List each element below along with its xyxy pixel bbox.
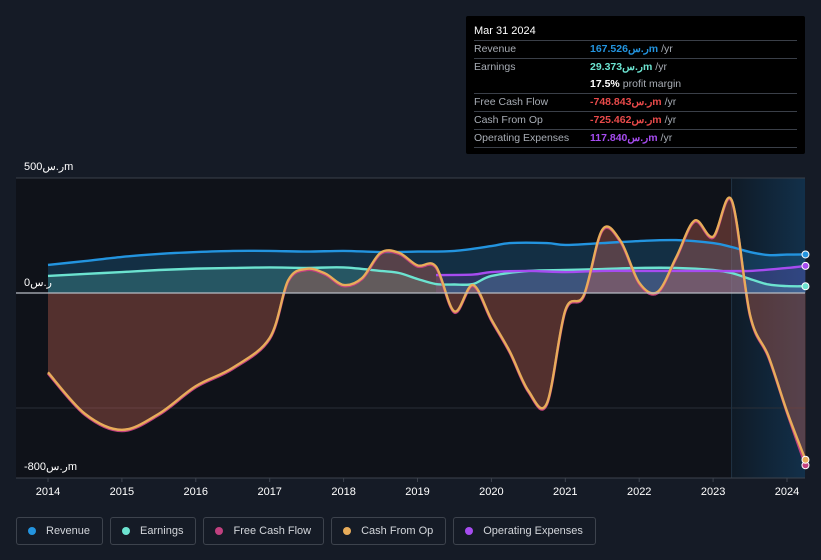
legend-item-operating-expenses[interactable]: Operating Expenses	[453, 517, 596, 545]
earnings-dot-icon	[122, 527, 131, 535]
tooltip-unit: /yr	[664, 114, 677, 126]
tooltip-label: Operating Expenses	[474, 132, 570, 144]
tooltip-date: Mar 31 2024	[474, 22, 797, 41]
tooltip-row-earnings: Earnings 29.373ر.سm /yr	[474, 59, 797, 76]
tooltip-label	[474, 76, 590, 93]
tooltip-label: Revenue	[474, 43, 517, 55]
tooltip: Mar 31 2024 Revenue 167.526ر.سm /yr Earn…	[466, 16, 805, 154]
legend-label: Cash From Op	[361, 525, 434, 537]
x-tick-label: 2018	[331, 486, 355, 498]
tooltip-value: -748.843ر.سm	[590, 96, 662, 108]
tooltip-label: Cash From Op	[474, 114, 543, 126]
tooltip-value: 29.373ر.سm	[590, 61, 653, 73]
x-tick-label: 2019	[405, 486, 429, 498]
tooltip-value: 167.526ر.سm	[590, 43, 659, 55]
x-tick-label: 2020	[479, 486, 503, 498]
x-tick-label: 2022	[627, 486, 651, 498]
tooltip-row-revenue: Revenue 167.526ر.سm /yr	[474, 41, 797, 59]
free-cash-flow-dot-icon	[215, 527, 224, 535]
tooltip-row-profit-margin: 17.5% profit margin	[474, 76, 797, 94]
tooltip-unit: /yr	[661, 43, 673, 55]
tooltip-unit: profit margin	[622, 78, 682, 90]
tooltip-label: Earnings	[474, 61, 516, 73]
x-tick-label: 2015	[110, 486, 134, 498]
x-tick-label: 2017	[257, 486, 281, 498]
revenue-end-point	[801, 250, 810, 259]
legend-item-cash-from-op[interactable]: Cash From Op	[331, 517, 447, 545]
legend-label: Operating Expenses	[483, 525, 583, 537]
legend-item-revenue[interactable]: Revenue	[16, 517, 104, 545]
tooltip-row-operating-expenses: Operating Expenses 117.840ر.سm /yr	[474, 130, 797, 148]
cash-from-op-end-point	[801, 455, 810, 464]
tooltip-unit: /yr	[664, 96, 677, 108]
tooltip-row-free-cash-flow: Free Cash Flow -748.843ر.سm /yr	[474, 94, 797, 112]
operating-expenses-end-point	[801, 261, 810, 270]
tooltip-value: 17.5%	[590, 78, 620, 90]
tooltip-unit: /yr	[655, 61, 667, 73]
tooltip-label: Free Cash Flow	[474, 96, 549, 108]
earnings-end-point	[801, 282, 810, 291]
legend-label: Earnings	[140, 525, 184, 537]
x-tick-label: 2016	[184, 486, 208, 498]
x-tick-label: 2021	[553, 486, 577, 498]
tooltip-unit: /yr	[660, 132, 673, 144]
legend-label: Free Cash Flow	[233, 525, 312, 537]
legend-item-earnings[interactable]: Earnings	[110, 517, 197, 545]
tooltip-value: 117.840ر.سm	[590, 132, 658, 144]
tooltip-value: -725.462ر.سm	[590, 114, 662, 126]
legend-item-free-cash-flow[interactable]: Free Cash Flow	[203, 517, 325, 545]
y-tick-label-bottom: -800ر.سm	[24, 461, 77, 473]
cash-from-op-dot-icon	[343, 527, 352, 535]
y-tick-label-zero: 0ر.س	[24, 277, 52, 289]
legend: Revenue Earnings Free Cash Flow Cash Fro…	[16, 517, 596, 545]
x-tick-label: 2024	[775, 486, 799, 498]
revenue-dot-icon	[28, 527, 36, 535]
operating-expenses-dot-icon	[465, 527, 474, 535]
y-tick-label-top: 500ر.سm	[24, 161, 73, 173]
x-tick-label: 2014	[36, 486, 60, 498]
tooltip-row-cash-from-op: Cash From Op -725.462ر.سm /yr	[474, 112, 797, 130]
x-tick-label: 2023	[701, 486, 725, 498]
legend-label: Revenue	[46, 525, 91, 537]
